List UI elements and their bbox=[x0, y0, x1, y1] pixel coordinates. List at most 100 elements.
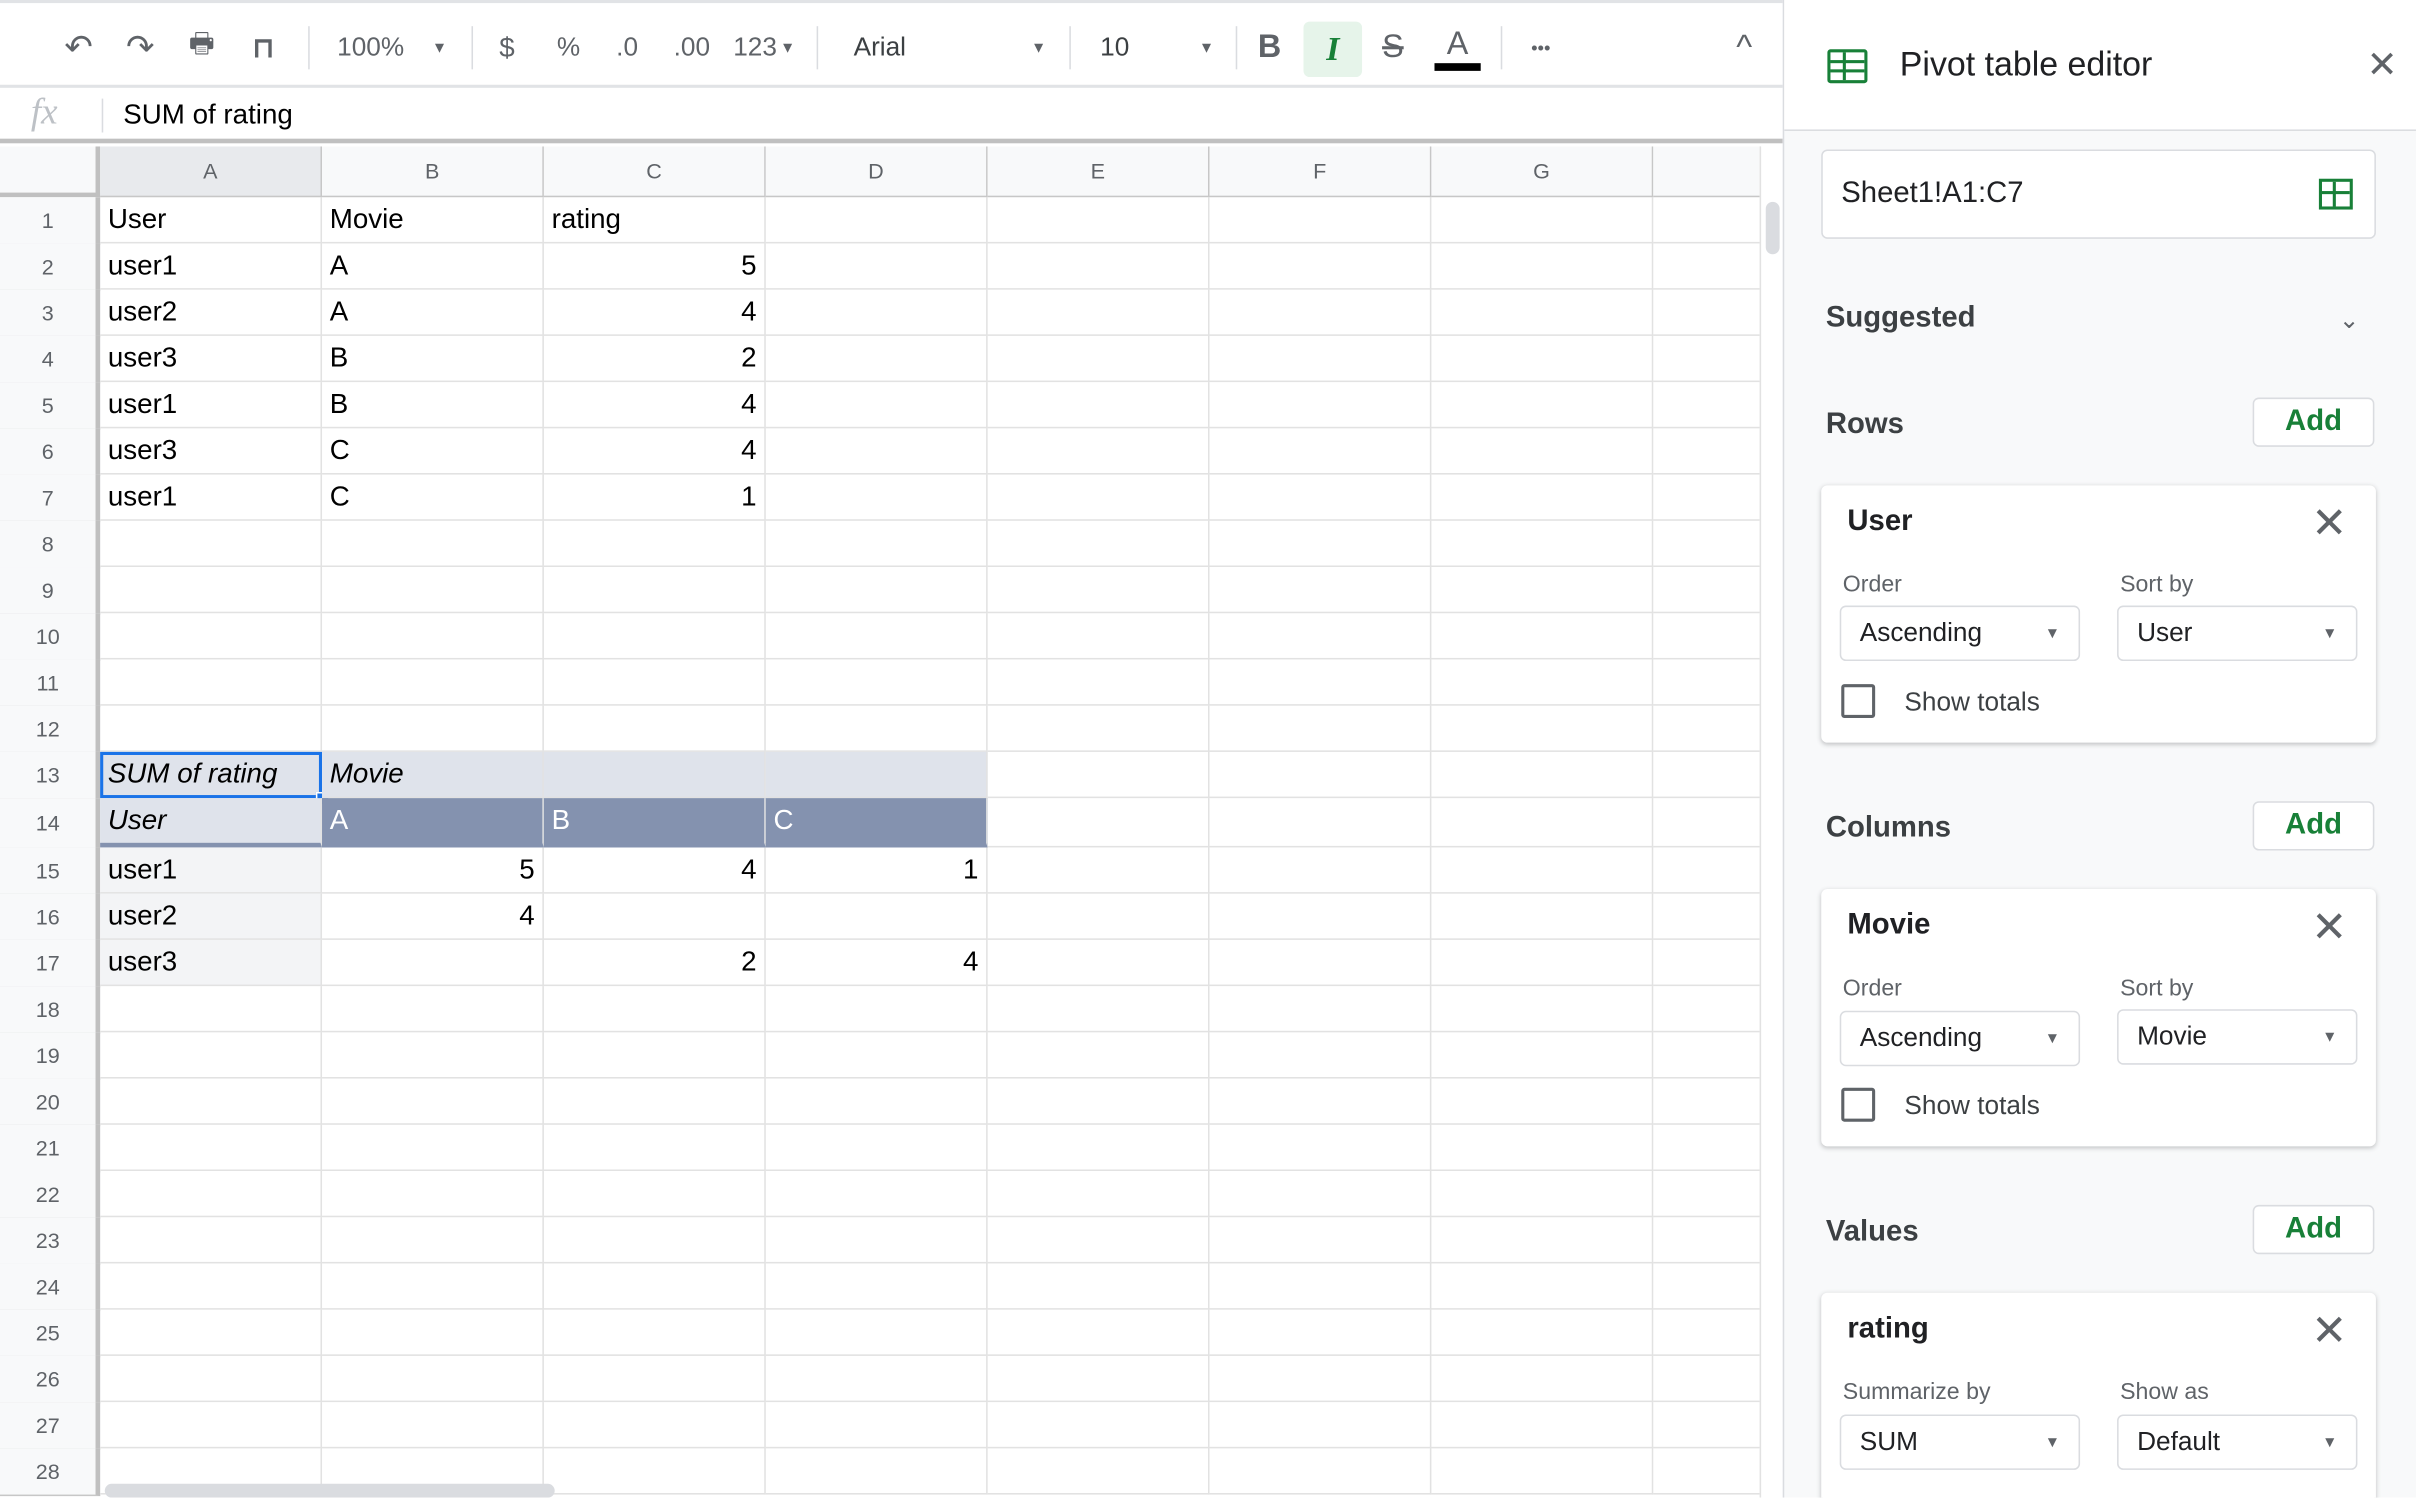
cell[interactable] bbox=[1653, 1217, 1760, 1264]
chevron-down-icon[interactable]: ⌄ bbox=[2339, 305, 2360, 336]
cell[interactable] bbox=[1209, 986, 1432, 1033]
show-totals-checkbox[interactable] bbox=[1841, 1087, 1876, 1122]
cell[interactable] bbox=[100, 1171, 323, 1218]
close-panel-icon[interactable]: ✕ bbox=[2367, 43, 2398, 88]
cell[interactable] bbox=[100, 1309, 323, 1356]
cell[interactable] bbox=[987, 1124, 1210, 1172]
cell[interactable] bbox=[765, 335, 988, 383]
show-totals-checkbox[interactable] bbox=[1841, 684, 1876, 719]
print-icon[interactable]: 🖶 bbox=[179, 22, 225, 74]
cell[interactable] bbox=[100, 986, 323, 1033]
cell[interactable] bbox=[1431, 659, 1654, 706]
summarize-by-select[interactable]: SUM ▼ bbox=[1839, 1414, 2081, 1470]
cell[interactable]: user3 bbox=[100, 335, 323, 383]
row-header-20[interactable]: 20 bbox=[0, 1078, 101, 1127]
cell[interactable] bbox=[1209, 847, 1432, 894]
cell[interactable] bbox=[1431, 1355, 1654, 1403]
zoom-select[interactable]: 100% ▼ bbox=[327, 22, 458, 74]
cell[interactable] bbox=[322, 939, 544, 987]
cell[interactable] bbox=[1209, 1124, 1432, 1172]
percent-button[interactable]: % bbox=[549, 22, 589, 74]
cell[interactable] bbox=[100, 705, 323, 752]
remove-field-icon[interactable]: ✕ bbox=[2311, 901, 2347, 952]
cell[interactable] bbox=[1653, 1125, 1760, 1172]
cell[interactable] bbox=[1431, 613, 1654, 660]
cell[interactable] bbox=[1209, 1171, 1432, 1218]
row-header-11[interactable]: 11 bbox=[0, 659, 101, 708]
cell[interactable] bbox=[765, 1171, 988, 1218]
cell[interactable] bbox=[1431, 847, 1654, 894]
cell[interactable] bbox=[1653, 1171, 1760, 1218]
cell[interactable] bbox=[987, 1448, 1210, 1495]
cell[interactable] bbox=[1209, 243, 1432, 290]
row-header-15[interactable]: 15 bbox=[0, 847, 101, 896]
cell[interactable] bbox=[322, 567, 544, 614]
italic-button[interactable]: I bbox=[1303, 21, 1363, 78]
cell[interactable] bbox=[987, 520, 1210, 568]
cell[interactable] bbox=[765, 1263, 988, 1310]
cell[interactable] bbox=[543, 1078, 766, 1125]
currency-button[interactable]: $ bbox=[487, 22, 527, 74]
row-header-23[interactable]: 23 bbox=[0, 1217, 101, 1265]
cell[interactable] bbox=[1209, 1309, 1432, 1356]
cell[interactable]: rating bbox=[543, 197, 766, 244]
cell[interactable] bbox=[1653, 613, 1760, 660]
row-header-17[interactable]: 17 bbox=[0, 939, 101, 988]
cell[interactable] bbox=[543, 1032, 766, 1079]
collapse-toolbar-icon[interactable]: ^ bbox=[1723, 22, 1766, 74]
cell[interactable] bbox=[1653, 1448, 1760, 1495]
cell[interactable] bbox=[100, 567, 323, 614]
cell[interactable] bbox=[543, 1448, 766, 1495]
cell[interactable]: 5 bbox=[543, 243, 766, 290]
cell[interactable] bbox=[1653, 1263, 1760, 1310]
cell[interactable] bbox=[765, 1402, 988, 1449]
cell[interactable] bbox=[543, 1402, 766, 1449]
cell[interactable] bbox=[765, 428, 988, 475]
column-header-B[interactable]: B bbox=[322, 146, 544, 198]
cell[interactable]: 1 bbox=[765, 847, 988, 894]
cell[interactable] bbox=[1209, 1448, 1432, 1495]
cell[interactable] bbox=[765, 986, 988, 1033]
cell[interactable]: 4 bbox=[543, 289, 766, 336]
column-header-A[interactable]: A bbox=[100, 146, 323, 198]
cell[interactable]: 4 bbox=[543, 847, 766, 894]
cell[interactable] bbox=[765, 613, 988, 660]
cell[interactable]: User bbox=[100, 197, 323, 244]
cell[interactable] bbox=[322, 1217, 544, 1264]
redo-icon[interactable]: ↷ bbox=[117, 22, 163, 74]
order-select[interactable]: Ascending ▼ bbox=[1839, 605, 2081, 662]
cell[interactable] bbox=[543, 751, 766, 799]
cell[interactable]: B bbox=[543, 798, 766, 848]
cell[interactable] bbox=[1431, 1448, 1654, 1495]
add-row-button[interactable]: Add bbox=[2252, 397, 2375, 447]
cell[interactable] bbox=[765, 1032, 988, 1079]
cell[interactable] bbox=[765, 751, 988, 799]
cell[interactable] bbox=[1653, 1402, 1760, 1449]
cell[interactable] bbox=[322, 1309, 544, 1356]
cell[interactable]: user1 bbox=[100, 847, 323, 894]
cell[interactable] bbox=[543, 986, 766, 1033]
cell[interactable] bbox=[1431, 428, 1654, 475]
cell[interactable] bbox=[987, 474, 1210, 521]
cell[interactable]: user3 bbox=[100, 939, 323, 987]
cell[interactable] bbox=[987, 1263, 1210, 1310]
formula-input[interactable]: SUM of rating bbox=[123, 99, 293, 131]
cell[interactable] bbox=[1209, 1032, 1432, 1079]
cell[interactable] bbox=[987, 751, 1210, 799]
row-header-24[interactable]: 24 bbox=[0, 1263, 101, 1312]
row-header-7[interactable]: 7 bbox=[0, 474, 101, 523]
cell[interactable] bbox=[322, 1078, 544, 1125]
cell[interactable] bbox=[987, 1032, 1210, 1079]
select-range-icon[interactable] bbox=[2318, 178, 2353, 210]
cell[interactable] bbox=[543, 567, 766, 614]
cell[interactable] bbox=[1209, 474, 1432, 521]
cell[interactable] bbox=[1431, 1263, 1654, 1310]
cell[interactable]: 1 bbox=[543, 474, 766, 521]
cell[interactable]: C bbox=[322, 428, 544, 475]
cell[interactable] bbox=[765, 382, 988, 429]
cell[interactable] bbox=[322, 1171, 544, 1218]
cell[interactable] bbox=[987, 243, 1210, 290]
cell[interactable] bbox=[1209, 335, 1432, 383]
column-header-F[interactable]: F bbox=[1209, 146, 1432, 198]
vertical-scrollbar[interactable] bbox=[1759, 146, 1785, 1498]
